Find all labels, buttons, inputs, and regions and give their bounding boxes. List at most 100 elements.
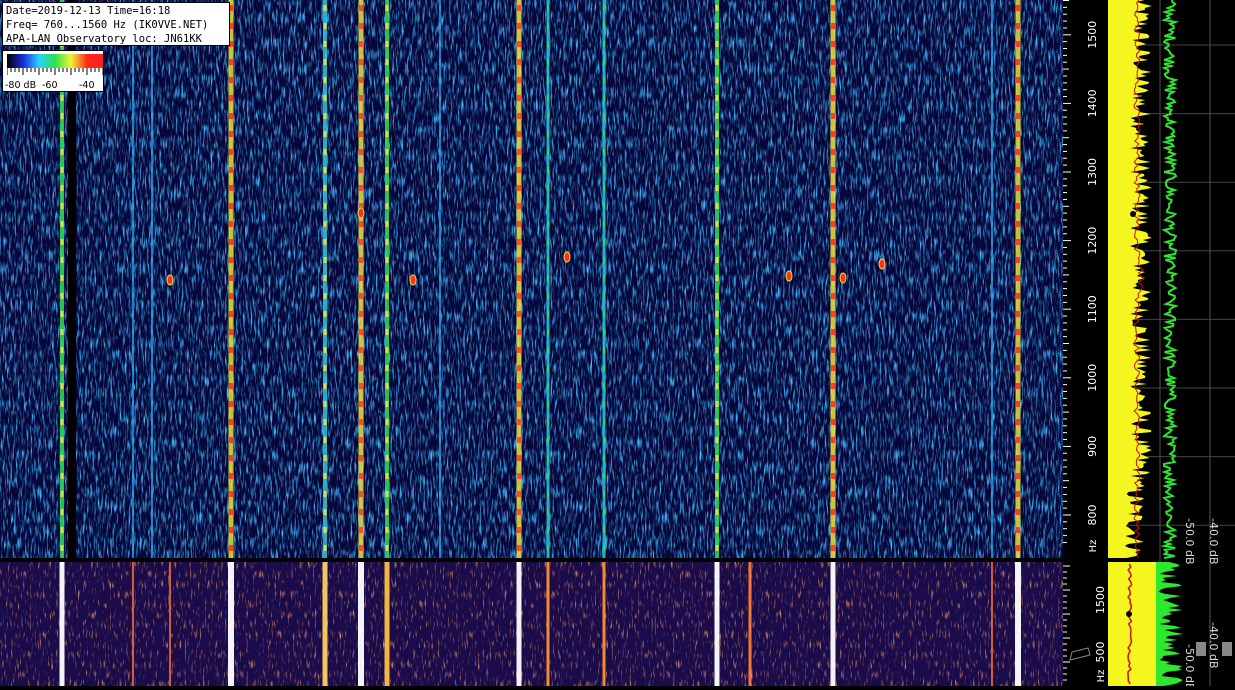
signal-line-dash [715,23,719,29]
signal-line-dash [439,509,441,515]
signal-line-dash [991,95,993,101]
signal-line-dash [715,347,719,353]
signal-line-dash [991,329,993,335]
signal-line-dash [831,221,835,227]
signal-line-dash [517,545,521,551]
signal-line-dash [1016,491,1020,497]
signal-line-dash [547,311,549,317]
signal-line-dash [359,293,363,299]
signal-line-dash [1016,41,1020,47]
signal-line-dash [715,167,719,173]
signal-line-dash [385,347,389,353]
signal-line-dash [229,347,233,353]
signal-blip [839,272,847,284]
signal-line-dash [517,293,521,299]
signal-line-dash [359,149,363,155]
signal-line-dash [323,491,327,497]
signal-line-dash [715,239,719,245]
signal-line-dash [323,383,327,389]
signal-line-dash [439,257,441,263]
signal-line-dash [991,545,993,551]
signal-line-dash [60,95,64,101]
signal-line-dash [323,473,327,479]
signal-line-dash [831,527,835,533]
signal-line-dash [229,131,233,137]
signal-line-dash [517,527,521,533]
signal-line-dash [547,113,549,119]
signal-line-dash [603,527,605,533]
signal-line-dash [439,203,441,209]
signal-line-dash [1016,77,1020,83]
signal-line-dash [991,23,993,29]
signal-line-dash [991,455,993,461]
signal-line-dash [547,23,549,29]
signal-line-dash [439,545,441,551]
signal-line-dash [229,239,233,245]
signal-line-dash [715,545,719,551]
axis-tick-label: 800 [1086,505,1099,526]
signal-line-dash [151,131,153,137]
signal-line-dash [323,239,327,245]
signal-line-dash [229,545,233,551]
signal-line-dash [715,59,719,65]
signal-line-dash [359,5,363,11]
signal-line-dash [547,95,549,101]
signal-line-dash [439,401,441,407]
bottom-spectrum-marker-dot [1126,611,1132,617]
signal-line-dash [603,59,605,65]
spectrum-db-label: -40.0 dB [1207,622,1220,669]
signal-line-dash [359,437,363,443]
signal-line-dash [385,59,389,65]
signal-line-dash [229,221,233,227]
signal-line-dash [151,509,153,515]
signal-line [830,562,836,686]
signal-line-dash [517,437,521,443]
signal-line [516,562,522,686]
signal-line-dash [151,437,153,443]
signal-line-dash [385,257,389,263]
signal-line-dash [151,473,153,479]
signal-line-dash [1016,203,1020,209]
signal-line-dash [385,401,389,407]
signal-line [169,562,171,686]
signal-line-dash [132,221,134,227]
signal-line-dash [715,329,719,335]
signal-line-dash [547,257,549,263]
signal-line-dash [229,419,233,425]
signal-line-dash [1016,509,1020,515]
signal-line-dash [831,23,835,29]
signal-line-dash [831,131,835,137]
signal-line-dash [60,419,64,425]
signal-line-dash [1016,401,1020,407]
signal-line-dash [1016,437,1020,443]
signal-line-dash [359,401,363,407]
signal-line-dash [229,203,233,209]
signal-line-dash [151,311,153,317]
signal-line-dash [132,311,134,317]
signal-line-dash [715,473,719,479]
signal-line-dash [60,311,64,317]
signal-line-dash [151,77,153,83]
frequency-range-label: Freq= 760...1560 Hz (IK0VVE.NET) [6,19,209,31]
signal-line-dash [517,455,521,461]
signal-line-dash [603,41,605,47]
signal-line-dash [715,491,719,497]
signal-line-dash [603,545,605,551]
signal-line-dash [831,383,835,389]
signal-line-dash [132,329,134,335]
signal-line-dash [991,149,993,155]
signal-line-dash [1016,95,1020,101]
signal-line-dash [547,383,549,389]
signal-line-dash [831,257,835,263]
signal-line-dash [603,239,605,245]
signal-line-dash [132,401,134,407]
signal-line [546,562,550,686]
signal-line-dash [132,455,134,461]
signal-line-dash [991,437,993,443]
signal-line-dash [151,257,153,263]
spectrogram-display: 800 900 1000 1100 1200 1300 1400 1500 Hz 1500 500… [0,0,1235,690]
signal-line-dash [517,347,521,353]
signal-line-dash [439,311,441,317]
signal-line-dash [603,293,605,299]
signal-line-dash [359,221,363,227]
